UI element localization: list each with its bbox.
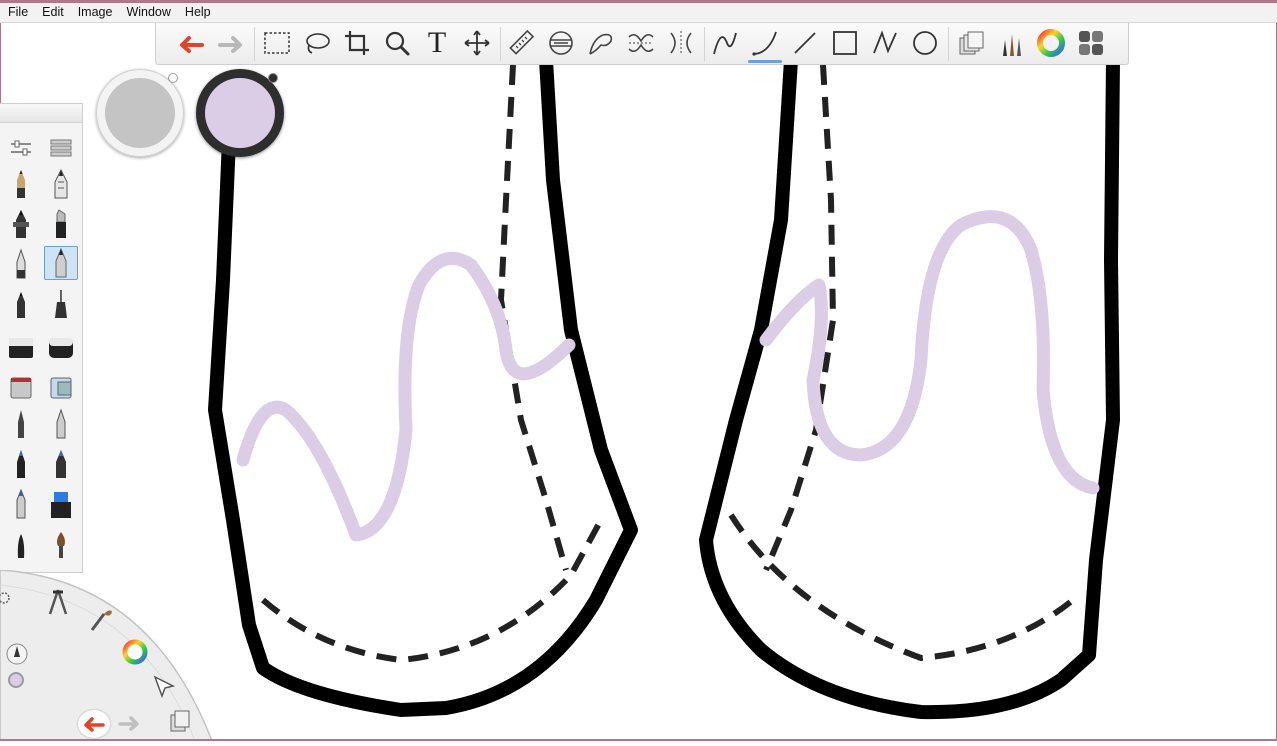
curve-icon[interactable]	[708, 26, 742, 60]
current-color-fill	[205, 78, 275, 148]
menu-edit[interactable]: Edit	[36, 3, 70, 22]
main-toolbar: T	[155, 23, 1129, 65]
menu-image[interactable]: Image	[72, 3, 119, 22]
previous-color-fill	[105, 78, 175, 148]
menu-file[interactable]: File	[2, 3, 34, 22]
fine-pen-icon[interactable]	[4, 246, 38, 280]
ink-bottle-icon[interactable]	[44, 486, 78, 520]
previous-color-swatch[interactable]	[96, 69, 184, 157]
zoom-icon[interactable]	[380, 26, 414, 60]
blue-highlighter-icon[interactable]	[4, 486, 38, 520]
lagoon-color-wheel-icon[interactable]	[120, 637, 150, 672]
french-curve-icon[interactable]	[584, 26, 618, 60]
left-boot-stitch-bottom	[261, 518, 604, 664]
lasso-icon[interactable]	[300, 26, 334, 60]
circle-icon[interactable]	[908, 26, 942, 60]
layers-icon[interactable]	[954, 26, 988, 60]
palette-title-bar[interactable]	[0, 104, 82, 123]
toolbar-separator	[704, 27, 705, 61]
marker-brush-icon[interactable]	[4, 206, 38, 240]
lagoon-layers-icon[interactable]	[168, 708, 192, 739]
hard-eraser-icon[interactable]	[4, 326, 38, 360]
menu-window[interactable]: Window	[120, 3, 176, 22]
crop-icon[interactable]	[340, 26, 374, 60]
lagoon-select-icon[interactable]	[152, 674, 176, 703]
right-boot-outline	[699, 53, 1120, 720]
felt-pen-active-icon[interactable]	[44, 246, 78, 280]
airbrush-icon[interactable]	[4, 406, 38, 440]
soft-eraser-icon[interactable]	[44, 326, 78, 360]
redo-icon[interactable]	[214, 26, 248, 60]
curve-active-icon[interactable]	[748, 26, 782, 63]
blue-pencil-icon[interactable]	[4, 446, 38, 480]
paintbrush-icon[interactable]	[4, 526, 38, 560]
ellipse-guide-icon[interactable]	[544, 26, 578, 60]
ballpoint-brush-icon[interactable]	[44, 166, 78, 200]
symmetry-icon[interactable]	[624, 26, 658, 60]
lagoon-undo-icon[interactable]	[78, 710, 110, 738]
copic-palette-icon[interactable]	[1074, 26, 1108, 60]
lagoon-menu	[0, 569, 214, 742]
ruler-icon[interactable]	[504, 26, 538, 60]
lagoon-tools-icon[interactable]	[44, 586, 72, 621]
color-wheel-icon[interactable]	[1034, 26, 1068, 60]
brush-palette-icon[interactable]	[994, 26, 1028, 60]
rect-select-icon[interactable]	[260, 26, 294, 60]
toolbar-separator	[948, 27, 949, 61]
polyline-icon[interactable]	[868, 26, 902, 60]
text-icon[interactable]: T	[420, 26, 454, 60]
rectangle-icon[interactable]	[828, 26, 862, 60]
brush-palette	[0, 103, 83, 573]
fill-bucket-icon[interactable]	[44, 366, 78, 400]
soft-airbrush-icon[interactable]	[44, 406, 78, 440]
chisel-marker-icon[interactable]	[44, 206, 78, 240]
toolbar-separator	[500, 27, 501, 61]
right-boot-stitch-bottom	[728, 513, 1075, 662]
lagoon-brush-icon[interactable]	[88, 606, 114, 639]
lagoon-gear-icon[interactable]	[0, 590, 12, 611]
lagoon-color-swatch[interactable]	[8, 672, 24, 688]
brush-list-icon[interactable]	[44, 126, 78, 160]
paint-bucket-icon[interactable]	[4, 366, 38, 400]
lagoon-redo-icon[interactable]	[116, 714, 144, 737]
swatch-dot	[168, 73, 178, 83]
pencil-brush-icon[interactable]	[4, 166, 38, 200]
text-tool-glyph: T	[427, 26, 447, 59]
right-purple-stroke	[759, 210, 1100, 495]
brush-pen-icon[interactable]	[4, 286, 38, 320]
current-color-swatch[interactable]	[196, 69, 284, 157]
lagoon-brush-size-icon[interactable]	[5, 642, 29, 671]
swatch-dot	[268, 73, 278, 83]
line-icon[interactable]	[788, 26, 822, 60]
toolbar-separator	[254, 27, 255, 61]
undo-icon[interactable]	[174, 26, 208, 60]
bristle-brush-icon[interactable]	[44, 526, 78, 560]
menu-bar: File Edit Image Window Help	[0, 3, 1277, 23]
blue-marker-icon[interactable]	[44, 446, 78, 480]
radial-symmetry-icon[interactable]	[664, 26, 698, 60]
technical-pen-icon[interactable]	[44, 286, 78, 320]
menu-help[interactable]: Help	[179, 3, 217, 22]
brush-settings-icon[interactable]	[4, 126, 38, 160]
transform-icon[interactable]	[460, 26, 494, 60]
